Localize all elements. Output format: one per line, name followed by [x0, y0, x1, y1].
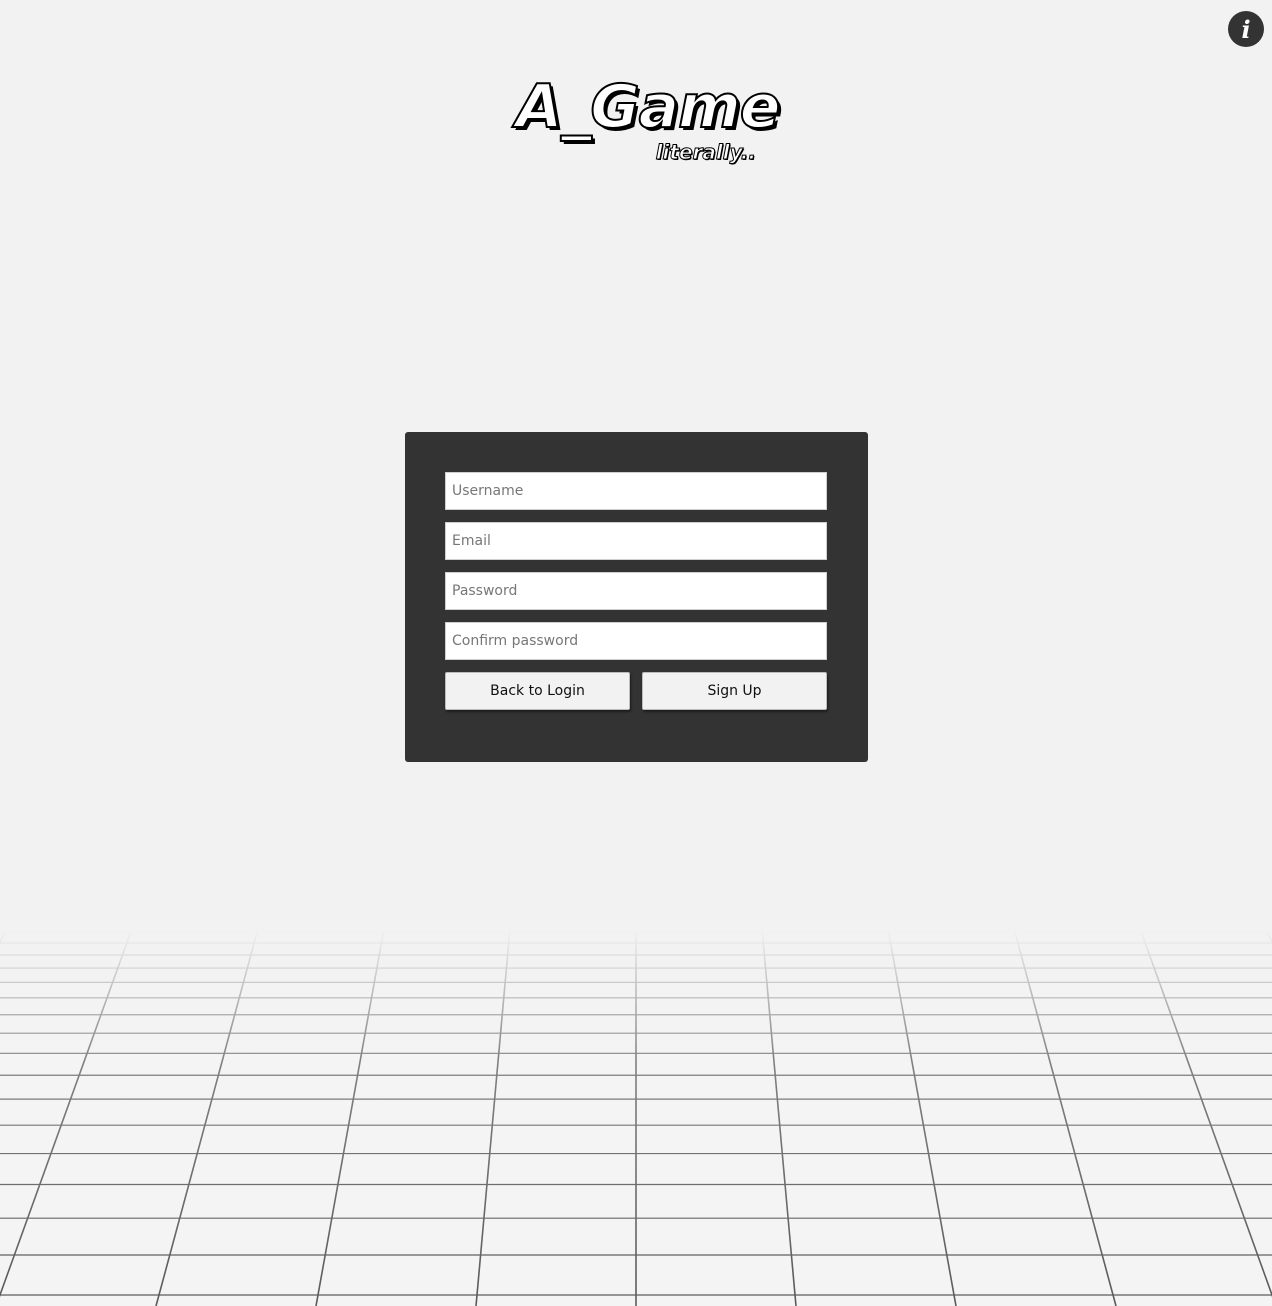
info-button[interactable]: i: [1228, 11, 1264, 47]
form-button-row: Back to Login Sign Up: [445, 672, 827, 710]
logo-title: A_Game: [515, 71, 781, 143]
info-icon: i: [1241, 14, 1251, 44]
logo: A_Game literally..: [515, 71, 781, 172]
signup-page: i A_Game literally.. Back to Login Sign …: [0, 0, 1272, 1306]
grid-floor-background: [0, 930, 1272, 1306]
password-input[interactable]: [445, 572, 827, 610]
back-to-login-button[interactable]: Back to Login: [445, 672, 630, 710]
logo-subtitle: literally..: [655, 140, 756, 165]
confirm-password-input[interactable]: [445, 622, 827, 660]
signup-panel: Back to Login Sign Up: [405, 432, 868, 762]
username-input[interactable]: [445, 472, 827, 510]
email-input[interactable]: [445, 522, 827, 560]
sign-up-button[interactable]: Sign Up: [642, 672, 827, 710]
